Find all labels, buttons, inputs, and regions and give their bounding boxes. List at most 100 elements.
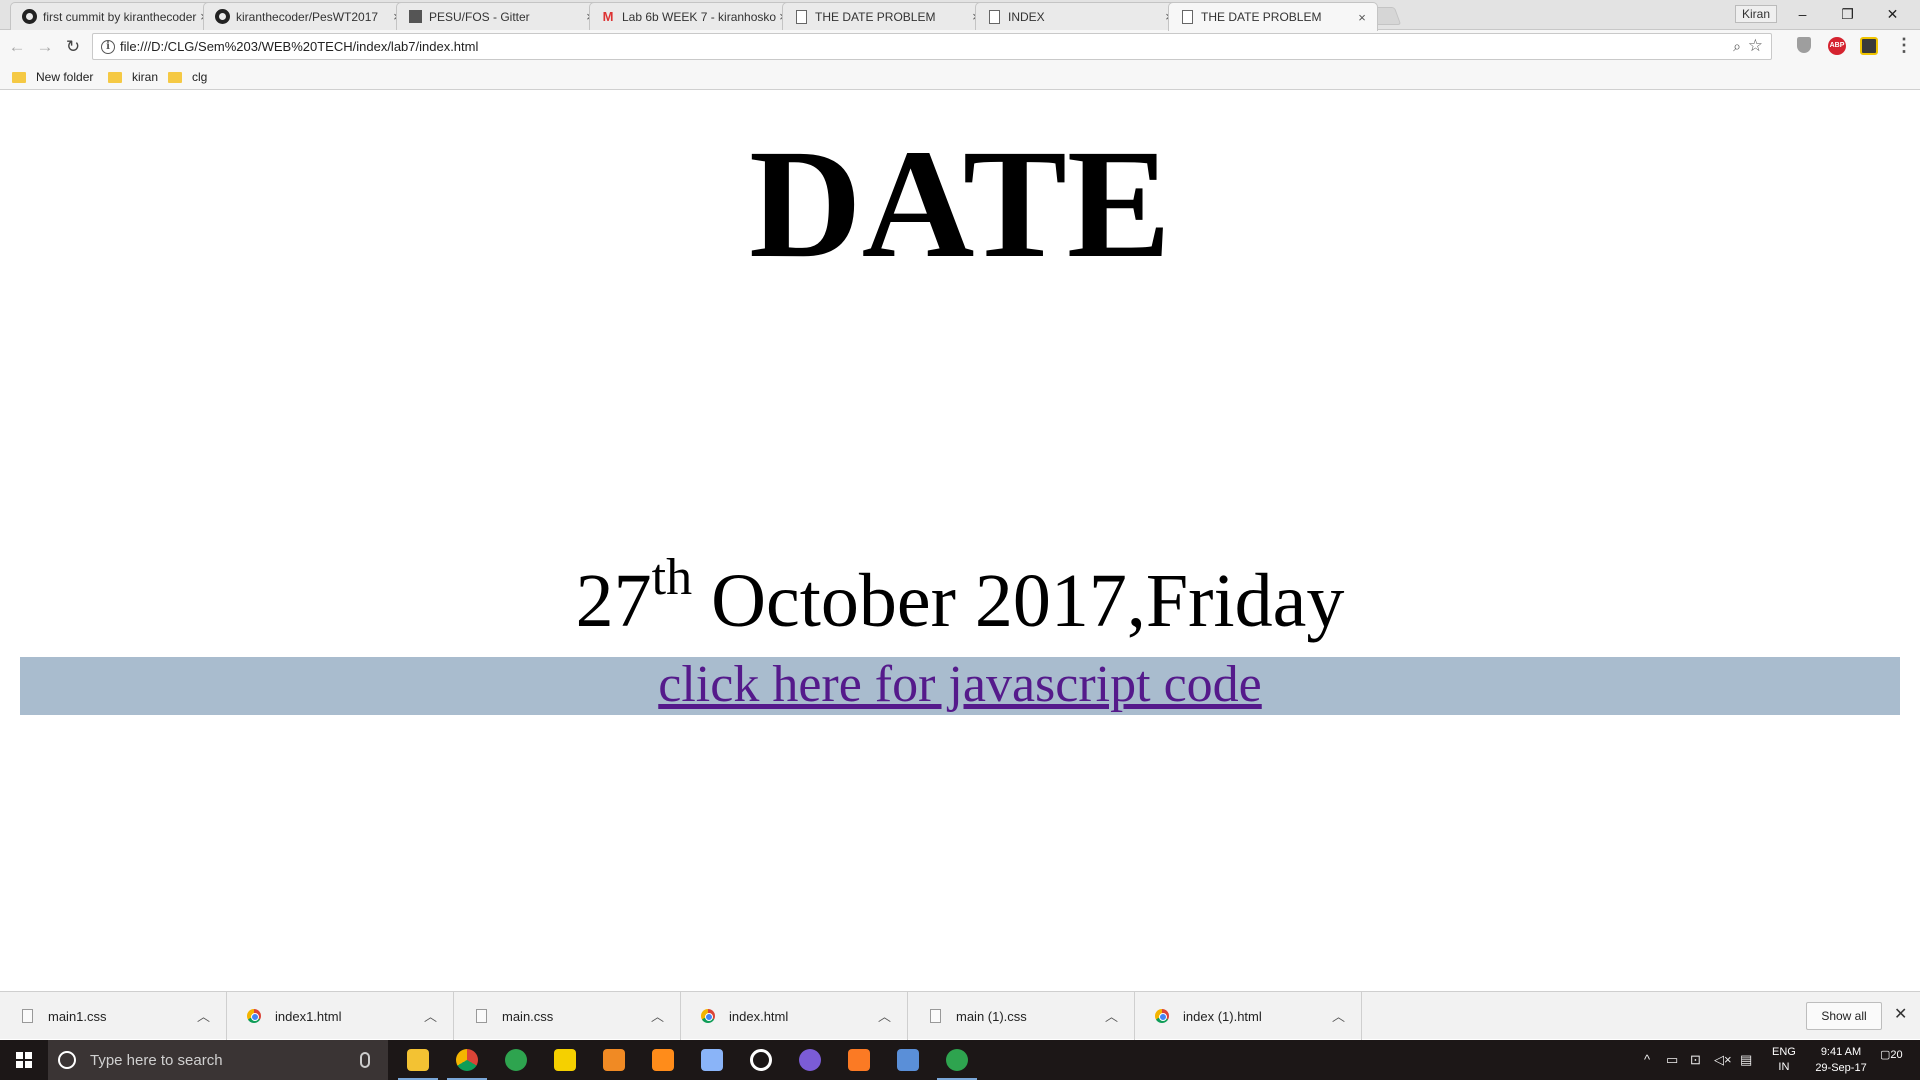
norton-icon — [554, 1049, 576, 1071]
download-filename: main1.css — [48, 1008, 107, 1024]
javascript-code-link[interactable]: click here for javascript code — [658, 656, 1261, 713]
tampermonkey-icon[interactable] — [1860, 37, 1878, 55]
clock[interactable]: 9:41 AM 29-Sep-17 — [1806, 1044, 1876, 1076]
download-item[interactable]: index1.html ︿ — [227, 992, 454, 1040]
date-day: 27 — [575, 559, 652, 643]
info-icon[interactable]: i — [101, 40, 115, 54]
green-app-icon — [505, 1049, 527, 1071]
bookmark-clg[interactable]: clg — [168, 68, 207, 86]
paint-icon — [701, 1049, 723, 1071]
download-item[interactable]: index.html ︿ — [681, 992, 908, 1040]
notification-count: 20 — [1890, 1049, 1903, 1061]
url-text[interactable]: file:///D:/CLG/Sem%203/WEB%20TECH/index/… — [120, 39, 478, 54]
close-icon[interactable]: ✕ — [1894, 1004, 1907, 1024]
taskbar-app[interactable] — [688, 1040, 736, 1080]
taskbar-app[interactable] — [541, 1040, 589, 1080]
taskbar-app[interactable] — [590, 1040, 638, 1080]
microphone-icon[interactable] — [360, 1052, 370, 1068]
chrome-icon — [456, 1049, 478, 1071]
chevron-up-icon[interactable]: ︿ — [1332, 1006, 1345, 1025]
taskbar-app[interactable] — [884, 1040, 932, 1080]
adblock-plus-icon[interactable]: ABP — [1828, 37, 1846, 55]
download-shelf: main1.css ︿ index1.html ︿ main.css ︿ ind… — [0, 991, 1920, 1040]
taskbar-app[interactable] — [394, 1040, 442, 1080]
document-icon — [793, 9, 809, 25]
chevron-up-icon[interactable]: ︿ — [1105, 1006, 1118, 1025]
battery-icon[interactable]: ▭ — [1666, 1052, 1678, 1068]
tab-close-icon[interactable]: × — [1355, 10, 1369, 25]
download-item[interactable]: main1.css ︿ — [0, 992, 227, 1040]
tab-title: THE DATE PROBLEM — [815, 9, 936, 24]
chevron-up-icon[interactable]: ︿ — [197, 1006, 210, 1025]
tab-date-problem-active[interactable]: THE DATE PROBLEM × — [1168, 2, 1378, 31]
show-all-button[interactable]: Show all — [1806, 1002, 1882, 1030]
system-tray: ^ ▭ ⊡ ◁× ▤ ENG IN 9:41 AM 29-Sep-17 ▢20 — [1640, 1040, 1920, 1080]
sublime-icon — [652, 1049, 674, 1071]
search-placeholder: Type here to search — [90, 1051, 223, 1069]
bookmark-kiran[interactable]: kiran — [108, 68, 158, 86]
download-filename: index.html — [729, 1008, 789, 1024]
restore-button[interactable]: ❐ — [1825, 0, 1870, 28]
menu-icon[interactable]: ⋮ — [1895, 35, 1913, 56]
target-icon — [750, 1049, 772, 1071]
folder-icon — [108, 71, 122, 83]
back-arrow-icon[interactable]: ← — [6, 36, 28, 58]
tab-index[interactable]: INDEX × — [975, 2, 1185, 30]
taskbar-search-box[interactable]: Type here to search — [48, 1040, 388, 1080]
web-page-content: DATE 27th October 2017,Friday click here… — [0, 91, 1920, 991]
chevron-up-icon[interactable]: ^ — [1644, 1052, 1650, 1067]
language-code: ENG — [1772, 1046, 1796, 1058]
chrome-file-icon — [247, 1008, 261, 1024]
bookmark-new-folder[interactable]: New folder — [12, 68, 93, 86]
tab-title: INDEX — [1008, 9, 1045, 24]
zoom-icon[interactable]: ⌕ — [1733, 38, 1741, 55]
tab-github-repo[interactable]: kiranthecoder/PesWT2017 × — [203, 2, 413, 30]
chevron-up-icon[interactable]: ︿ — [878, 1006, 891, 1025]
git-icon — [897, 1049, 919, 1071]
taskbar-app[interactable] — [933, 1040, 981, 1080]
download-item[interactable]: main.css ︿ — [454, 992, 681, 1040]
windows-taskbar: Type here to search ^ ▭ ⊡ ◁× ▤ ENG IN 9:… — [0, 1040, 1920, 1080]
bookmark-star-icon[interactable]: ☆ — [1748, 36, 1763, 56]
reload-icon[interactable]: ↻ — [62, 36, 84, 58]
keyboard-icon[interactable]: ▤ — [1740, 1052, 1752, 1068]
taskbar-app[interactable] — [737, 1040, 785, 1080]
tab-title: PESU/FOS - Gitter — [429, 9, 530, 24]
chrome-file-icon — [701, 1008, 715, 1024]
bookmark-label: clg — [192, 70, 208, 84]
taskbar-app[interactable] — [639, 1040, 687, 1080]
notification-center-icon[interactable]: ▢20 — [1880, 1048, 1904, 1070]
taskbar-app[interactable] — [492, 1040, 540, 1080]
network-icon[interactable]: ⊡ — [1690, 1052, 1701, 1068]
window-close-button[interactable]: ✕ — [1870, 0, 1915, 28]
taskbar-app[interactable] — [835, 1040, 883, 1080]
minimize-button[interactable]: – — [1780, 0, 1825, 28]
page-heading: DATE — [749, 117, 1171, 290]
date-day-suffix: th — [651, 549, 693, 606]
volume-muted-icon[interactable]: ◁× — [1714, 1052, 1732, 1068]
forward-arrow-icon[interactable]: → — [34, 36, 56, 58]
profile-button[interactable]: Kiran — [1735, 5, 1778, 23]
clock-time: 9:41 AM — [1820, 1046, 1862, 1058]
tab-gmail[interactable]: M Lab 6b WEEK 7 - kiranhoskote × — [589, 2, 799, 30]
language-indicator[interactable]: ENG IN — [1772, 1045, 1796, 1075]
tab-gitter[interactable]: PESU/FOS - Gitter × — [396, 2, 606, 30]
windows-logo-icon — [16, 1052, 32, 1068]
taskbar-app[interactable] — [786, 1040, 834, 1080]
chevron-up-icon[interactable]: ︿ — [424, 1006, 437, 1025]
tab-github-commit[interactable]: first cummit by kiranthecoder × — [10, 2, 220, 30]
download-item[interactable]: main (1).css ︿ — [908, 992, 1135, 1040]
shield-extension-icon[interactable] — [1797, 37, 1811, 53]
tab-title: THE DATE PROBLEM — [1201, 10, 1322, 24]
bookmark-label: kiran — [132, 70, 159, 84]
taskbar-app[interactable] — [443, 1040, 491, 1080]
tab-title: kiranthecoder/PesWT2017 — [236, 9, 379, 24]
chevron-up-icon[interactable]: ︿ — [651, 1006, 664, 1025]
download-filename: main.css — [502, 1008, 554, 1024]
tab-date-problem[interactable]: THE DATE PROBLEM × — [782, 2, 992, 30]
download-item[interactable]: index (1).html ︿ — [1135, 992, 1362, 1040]
clock-date: 29-Sep-17 — [1815, 1062, 1867, 1074]
css-file-icon — [474, 1008, 488, 1024]
start-button[interactable] — [0, 1040, 48, 1080]
address-bar[interactable]: i file:///D:/CLG/Sem%203/WEB%20TECH/inde… — [92, 33, 1772, 60]
